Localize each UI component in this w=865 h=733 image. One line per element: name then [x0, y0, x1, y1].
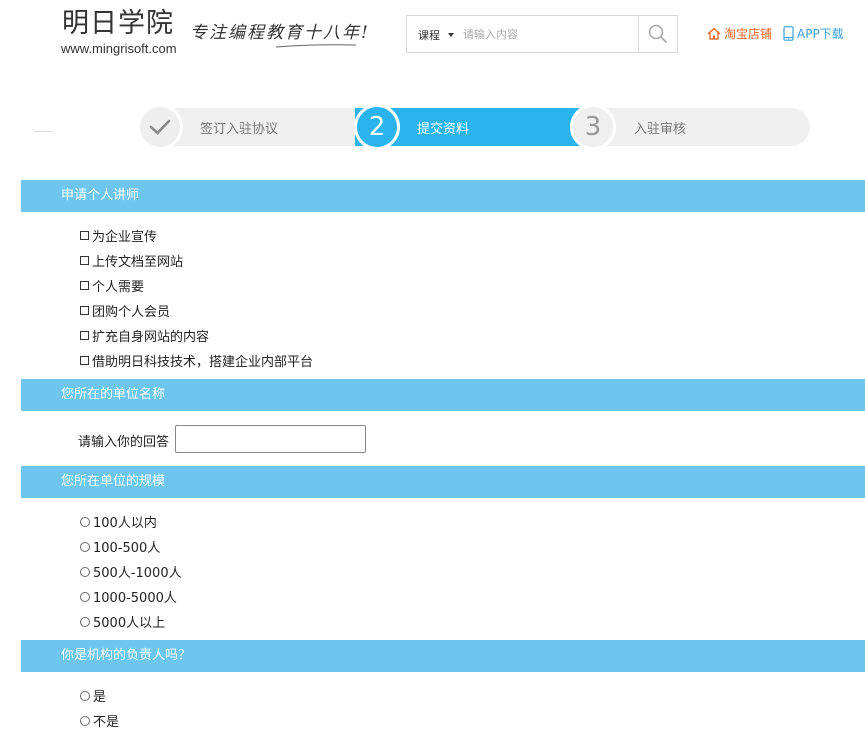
- option-label: 5000人以上: [93, 616, 166, 631]
- option-label: 不是: [93, 715, 120, 730]
- radio-button[interactable]: [80, 591, 90, 602]
- scale-option[interactable]: 500人-1000人: [80, 562, 182, 581]
- step-2-label: 提交资料: [417, 122, 470, 137]
- checkbox[interactable]: [80, 231, 89, 240]
- logo-url[interactable]: www.mingrisoft.com: [61, 41, 177, 56]
- caret-down-icon[interactable]: [448, 33, 454, 37]
- search-icon: [648, 24, 668, 44]
- checkbox[interactable]: [80, 331, 89, 340]
- step-3-label: 入驻审核: [634, 122, 687, 137]
- scale-option[interactable]: 5000人以上: [80, 612, 165, 631]
- app-download-link[interactable]: APP下载: [783, 25, 844, 42]
- step-2-circle: 2: [354, 104, 400, 150]
- logo-title[interactable]: 明日学院: [62, 8, 174, 40]
- option-label: 500人-1000人: [93, 566, 182, 581]
- option-label: 团购个人会员: [92, 305, 171, 320]
- section-header-scale: 您所在单位的规模: [21, 466, 865, 498]
- shop-link-label: 淘宝店铺: [724, 27, 773, 41]
- step-3-circle: 3: [570, 104, 616, 150]
- search-button[interactable]: [638, 16, 677, 52]
- scale-option[interactable]: 1000-5000人: [80, 587, 177, 606]
- section-header-company: 您所在的单位名称: [21, 379, 865, 411]
- divider: [34, 131, 52, 132]
- checkbox[interactable]: [80, 281, 89, 290]
- option-label: 100人以内: [93, 516, 157, 531]
- check-icon: [149, 119, 171, 135]
- checkbox[interactable]: [80, 256, 89, 265]
- purpose-option[interactable]: 为企业宣传: [80, 226, 157, 245]
- option-label: 上传文档至网站: [92, 255, 184, 270]
- search-category-select[interactable]: 课程: [418, 27, 440, 43]
- company-name-input[interactable]: [175, 425, 366, 453]
- site-header: 明日学院 www.mingrisoft.com 专注编程教育十八年! 课程 淘宝…: [0, 0, 865, 70]
- phone-icon: [783, 26, 794, 41]
- section-header-purpose: 申请个人讲师: [21, 180, 865, 212]
- option-label: 1000-5000人: [93, 591, 177, 606]
- search-input[interactable]: [459, 22, 647, 46]
- option-label: 100-500人: [93, 541, 161, 556]
- radio-button[interactable]: [80, 541, 90, 552]
- option-label: 为企业宣传: [92, 230, 158, 245]
- scale-option[interactable]: 100-500人: [80, 537, 160, 556]
- slogan-underline: [276, 44, 356, 48]
- radio-button[interactable]: [80, 715, 90, 726]
- slogan: 专注编程教育十八年!: [190, 23, 370, 43]
- checkbox[interactable]: [80, 356, 89, 365]
- purpose-option[interactable]: 上传文档至网站: [80, 251, 183, 270]
- answer-label: 请输入你的回答: [78, 435, 170, 450]
- radio-button[interactable]: [80, 566, 90, 577]
- option-label: 扩充自身网站的内容: [92, 330, 210, 345]
- shop-link[interactable]: 淘宝店铺: [707, 25, 772, 42]
- radio-button[interactable]: [80, 616, 90, 627]
- option-label: 是: [93, 690, 107, 705]
- radio-button[interactable]: [80, 516, 90, 527]
- section-header-leader: 你是机构的负责人吗？: [21, 640, 865, 672]
- home-icon: [707, 27, 721, 40]
- option-label: 借助明日科技技术，搭建企业内部平台: [92, 355, 314, 370]
- purpose-option[interactable]: 团购个人会员: [80, 301, 170, 320]
- leader-option[interactable]: 是: [80, 686, 106, 705]
- search-box: 课程: [406, 15, 678, 53]
- scale-option[interactable]: 100人以内: [80, 512, 157, 531]
- step-1-label: 签订入驻协议: [200, 122, 279, 137]
- purpose-option[interactable]: 个人需要: [80, 276, 144, 295]
- purpose-option[interactable]: 扩充自身网站的内容: [80, 326, 209, 345]
- checkbox[interactable]: [80, 306, 89, 315]
- purpose-option[interactable]: 借助明日科技技术，搭建企业内部平台: [80, 351, 313, 370]
- app-link-label: APP下载: [797, 27, 844, 41]
- option-label: 个人需要: [92, 280, 145, 295]
- radio-button[interactable]: [80, 690, 90, 701]
- leader-option[interactable]: 不是: [80, 711, 119, 730]
- step-1-circle: [137, 104, 183, 150]
